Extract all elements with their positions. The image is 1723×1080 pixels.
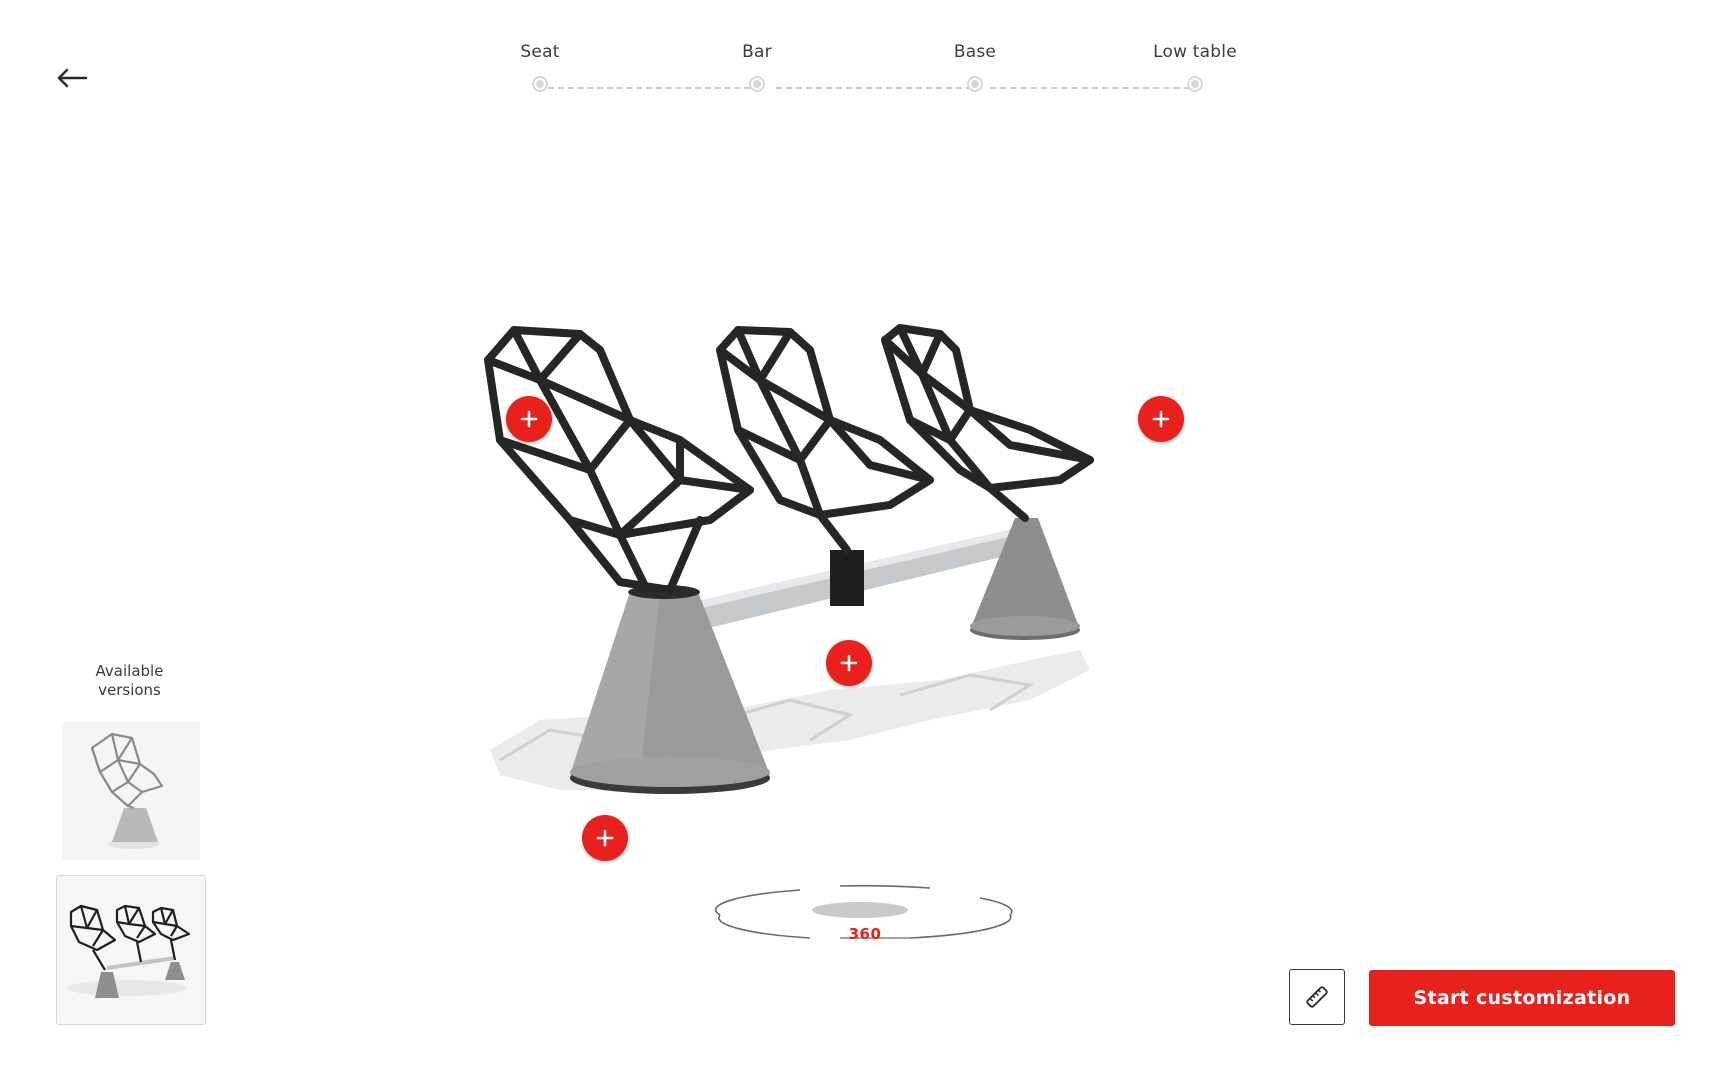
- progress-stepper: Seat Bar Base Low table: [0, 0, 1723, 110]
- plus-icon: [520, 410, 538, 428]
- rotate-360-label: 360: [848, 925, 882, 943]
- plus-icon: [1152, 410, 1170, 428]
- step-dot: [749, 76, 765, 92]
- ruler-icon: [1306, 986, 1328, 1008]
- hotspot-bar[interactable]: [826, 640, 872, 686]
- step-bar[interactable]: Bar: [677, 40, 837, 92]
- rotate-360-icon: [714, 884, 1013, 939]
- step-dot: [967, 76, 983, 92]
- step-dot: [532, 76, 548, 92]
- version-thumb-single-chair[interactable]: [62, 722, 200, 860]
- dimensions-button[interactable]: [1289, 969, 1345, 1025]
- step-dot: [1187, 76, 1203, 92]
- rotate-360-control[interactable]: 360: [710, 880, 1020, 960]
- versions-label: Available versions: [95, 662, 164, 699]
- hotspot-seat-right[interactable]: [1138, 396, 1184, 442]
- plus-icon: [840, 654, 858, 672]
- step-label: Seat: [520, 42, 560, 62]
- version-thumb-three-seat-bench[interactable]: [56, 875, 206, 1025]
- step-seat[interactable]: Seat: [460, 40, 620, 92]
- hotspot-seat-left[interactable]: [506, 396, 552, 442]
- product-viewer[interactable]: [470, 320, 1230, 880]
- start-customization-button[interactable]: Start customization: [1369, 970, 1675, 1026]
- hotspot-base[interactable]: [582, 815, 628, 861]
- step-label: Bar: [742, 42, 772, 62]
- step-label: Low table: [1153, 42, 1237, 62]
- step-low-table[interactable]: Low table: [1115, 40, 1275, 92]
- bench-image: [67, 904, 191, 998]
- step-base[interactable]: Base: [895, 40, 1055, 92]
- plus-icon: [596, 829, 614, 847]
- step-label: Base: [953, 42, 997, 62]
- bench-3d-render: [484, 324, 1094, 794]
- single-chair-image: [90, 732, 164, 849]
